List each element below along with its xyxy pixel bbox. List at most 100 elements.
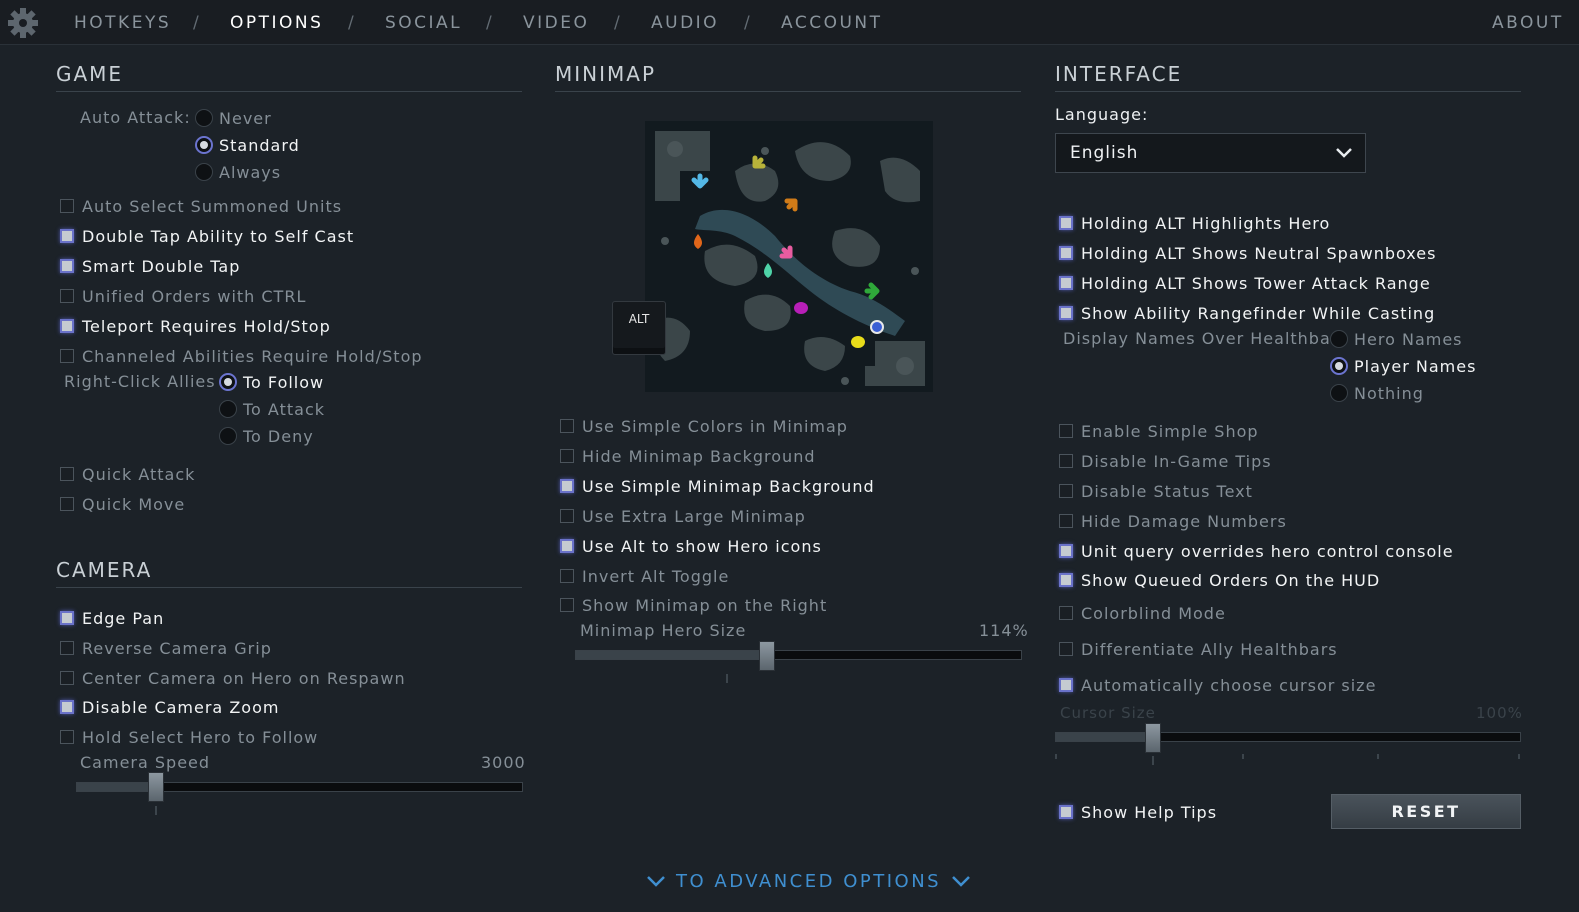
auto-attack-always[interactable]: Always xyxy=(195,160,281,184)
checkbox-ability-rangefinder[interactable]: Show Ability Rangefinder While Casting xyxy=(1059,301,1435,325)
checkbox[interactable] xyxy=(560,569,574,583)
checkbox-extra-large-minimap[interactable]: Use Extra Large Minimap xyxy=(560,504,806,528)
checkbox-hide-damage-numbers[interactable]: Hide Damage Numbers xyxy=(1059,509,1287,533)
right-click-to-deny[interactable]: To Deny xyxy=(219,424,314,448)
checkbox[interactable] xyxy=(60,349,74,363)
advanced-options-link[interactable]: TO ADVANCED OPTIONS xyxy=(636,868,981,894)
checkbox-checked[interactable] xyxy=(1059,544,1073,558)
auto-attack-never[interactable]: Never xyxy=(195,106,272,130)
checkbox-checked[interactable] xyxy=(1059,306,1073,320)
radio-button[interactable] xyxy=(195,163,213,181)
checkbox-simple-minimap-background[interactable]: Use Simple Minimap Background xyxy=(560,474,875,498)
checkbox[interactable] xyxy=(60,467,74,481)
checkbox-edge-pan[interactable]: Edge Pan xyxy=(60,606,164,630)
checkbox[interactable] xyxy=(60,730,74,744)
tab-social[interactable]: SOCIAL xyxy=(385,13,462,33)
checkbox-simple-colors-minimap[interactable]: Use Simple Colors in Minimap xyxy=(560,414,848,438)
checkbox[interactable] xyxy=(60,671,74,685)
checkbox-simple-shop[interactable]: Enable Simple Shop xyxy=(1059,419,1259,443)
checkbox-double-tap-self-cast[interactable]: Double Tap Ability to Self Cast xyxy=(60,224,354,248)
checkbox-invert-alt-toggle[interactable]: Invert Alt Toggle xyxy=(560,564,729,588)
radio-button[interactable] xyxy=(1330,330,1348,348)
checkbox-checked[interactable] xyxy=(1059,678,1073,692)
checkbox-checked[interactable] xyxy=(1059,216,1073,230)
checkbox-teleport-hold-stop[interactable]: Teleport Requires Hold/Stop xyxy=(60,314,331,338)
checkbox-hide-minimap-background[interactable]: Hide Minimap Background xyxy=(560,444,815,468)
checkbox-minimap-on-right[interactable]: Show Minimap on the Right xyxy=(560,593,827,617)
checkbox-show-help-tips[interactable]: Show Help Tips xyxy=(1059,800,1217,824)
radio-button[interactable] xyxy=(219,400,237,418)
checkbox-checked[interactable] xyxy=(1059,276,1073,290)
radio-button[interactable] xyxy=(219,427,237,445)
checkbox-center-camera-respawn[interactable]: Center Camera on Hero on Respawn xyxy=(60,666,406,690)
checkbox-disable-status-text[interactable]: Disable Status Text xyxy=(1059,479,1253,503)
checkbox[interactable] xyxy=(1059,642,1073,656)
right-click-to-follow[interactable]: To Follow xyxy=(219,370,324,394)
tab-account[interactable]: ACCOUNT xyxy=(781,13,883,33)
checkbox-alt-hero-icons[interactable]: Use Alt to show Hero icons xyxy=(560,534,822,558)
checkbox-hold-select-hero[interactable]: Hold Select Hero to Follow xyxy=(60,725,318,749)
display-names-nothing[interactable]: Nothing xyxy=(1330,381,1424,405)
checkbox-checked[interactable] xyxy=(1059,805,1073,819)
checkbox-unit-query-overrides[interactable]: Unit query overrides hero control consol… xyxy=(1059,539,1454,563)
checkbox[interactable] xyxy=(1059,454,1073,468)
checkbox-checked[interactable] xyxy=(1059,573,1073,587)
radio-button[interactable] xyxy=(195,109,213,127)
checkbox-disable-camera-zoom[interactable]: Disable Camera Zoom xyxy=(60,695,279,719)
auto-attack-standard[interactable]: Standard xyxy=(195,133,300,157)
radio-button-selected[interactable] xyxy=(195,136,213,154)
checkbox-colorblind-mode[interactable]: Colorblind Mode xyxy=(1059,601,1226,625)
checkbox-auto-select-summoned[interactable]: Auto Select Summoned Units xyxy=(60,194,342,218)
right-click-to-attack[interactable]: To Attack xyxy=(219,397,325,421)
checkbox-reverse-camera-grip[interactable]: Reverse Camera Grip xyxy=(60,636,272,660)
checkbox-smart-double-tap[interactable]: Smart Double Tap xyxy=(60,254,240,278)
minimap-hero-size-slider[interactable] xyxy=(575,650,1022,660)
checkbox-checked[interactable] xyxy=(60,700,74,714)
radio-button-selected[interactable] xyxy=(1330,357,1348,375)
checkbox-quick-move[interactable]: Quick Move xyxy=(60,492,185,516)
tab-video[interactable]: VIDEO xyxy=(523,13,589,33)
checkbox[interactable] xyxy=(560,449,574,463)
cursor-size-slider-handle[interactable] xyxy=(1144,723,1161,753)
checkbox-checked[interactable] xyxy=(1059,246,1073,260)
checkbox-checked[interactable] xyxy=(60,259,74,273)
checkbox-channeled-hold-stop[interactable]: Channeled Abilities Require Hold/Stop xyxy=(60,344,423,368)
checkbox-differentiate-ally-healthbars[interactable]: Differentiate Ally Healthbars xyxy=(1059,637,1338,661)
tab-audio[interactable]: AUDIO xyxy=(651,13,719,33)
checkbox-alt-neutral-spawnboxes[interactable]: Holding ALT Shows Neutral Spawnboxes xyxy=(1059,241,1436,265)
checkbox-show-queued-orders[interactable]: Show Queued Orders On the HUD xyxy=(1059,568,1380,592)
checkbox[interactable] xyxy=(1059,514,1073,528)
checkbox-checked[interactable] xyxy=(560,539,574,553)
checkbox-checked[interactable] xyxy=(60,319,74,333)
checkbox[interactable] xyxy=(60,641,74,655)
checkbox-unified-orders[interactable]: Unified Orders with CTRL xyxy=(60,284,306,308)
minimap-hero-size-slider-handle[interactable] xyxy=(759,641,776,671)
radio-button-selected[interactable] xyxy=(219,373,237,391)
tab-options[interactable]: OPTIONS xyxy=(230,13,323,33)
checkbox-disable-ingame-tips[interactable]: Disable In-Game Tips xyxy=(1059,449,1272,473)
radio-button[interactable] xyxy=(1330,384,1348,402)
checkbox-alt-tower-range[interactable]: Holding ALT Shows Tower Attack Range xyxy=(1059,271,1431,295)
reset-button[interactable]: RESET xyxy=(1331,794,1521,829)
tab-hotkeys[interactable]: HOTKEYS xyxy=(74,13,171,33)
checkbox[interactable] xyxy=(60,497,74,511)
checkbox[interactable] xyxy=(560,419,574,433)
checkbox[interactable] xyxy=(60,199,74,213)
checkbox[interactable] xyxy=(560,509,574,523)
checkbox[interactable] xyxy=(60,289,74,303)
checkbox[interactable] xyxy=(1059,484,1073,498)
checkbox-checked[interactable] xyxy=(60,611,74,625)
checkbox-checked[interactable] xyxy=(60,229,74,243)
checkbox-auto-cursor-size[interactable]: Automatically choose cursor size xyxy=(1059,673,1376,697)
checkbox[interactable] xyxy=(1059,424,1073,438)
gear-icon[interactable] xyxy=(6,6,40,40)
display-names-player[interactable]: Player Names xyxy=(1330,354,1476,378)
checkbox-checked[interactable] xyxy=(560,479,574,493)
language-select[interactable]: English xyxy=(1055,133,1366,173)
tab-about[interactable]: ABOUT xyxy=(1492,13,1564,33)
cursor-size-slider[interactable] xyxy=(1055,732,1521,742)
checkbox-alt-highlights-hero[interactable]: Holding ALT Highlights Hero xyxy=(1059,211,1330,235)
checkbox[interactable] xyxy=(1059,606,1073,620)
camera-speed-slider[interactable] xyxy=(76,782,523,792)
checkbox[interactable] xyxy=(560,598,574,612)
